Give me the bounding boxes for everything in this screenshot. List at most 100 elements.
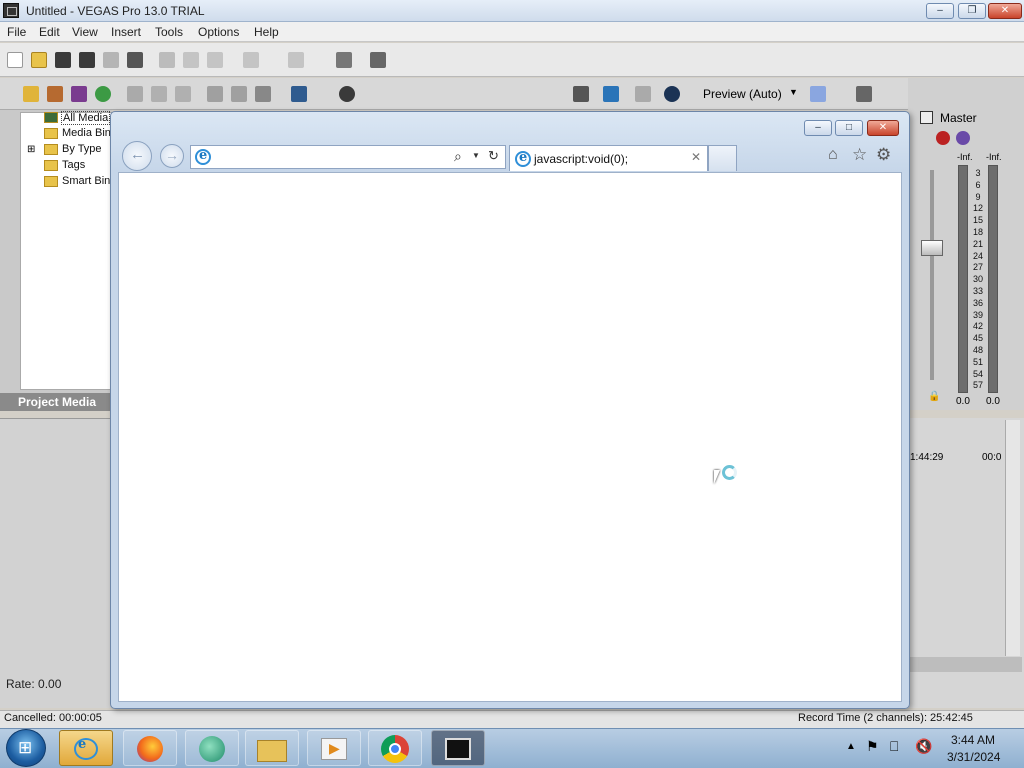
network-icon[interactable]: ⎕ xyxy=(890,738,898,755)
left-level-value: 0.0 xyxy=(956,396,970,407)
folder-icon xyxy=(44,176,58,187)
volume-muted-icon[interactable]: 🔇 xyxy=(915,738,932,755)
main-toolbar xyxy=(0,43,1024,77)
add-media-icon[interactable] xyxy=(23,86,39,102)
new-file-icon[interactable] xyxy=(7,52,23,68)
project-media-tab[interactable]: Project Media xyxy=(0,393,112,411)
left-peak-value: -Inf. xyxy=(957,152,973,162)
play-icon[interactable] xyxy=(207,86,223,102)
menu-file[interactable]: File xyxy=(7,25,26,39)
browser-close-button[interactable]: ✕ xyxy=(867,120,899,136)
favorites-star-icon[interactable]: ☆ xyxy=(852,145,867,165)
menu-view[interactable]: View xyxy=(72,25,98,39)
preview-properties-icon[interactable] xyxy=(573,86,589,102)
close-button[interactable]: ✕ xyxy=(988,3,1022,19)
master-bus-icon xyxy=(920,111,933,124)
media-fx-icon[interactable] xyxy=(151,86,167,102)
save-icon[interactable] xyxy=(55,52,71,68)
menu-options[interactable]: Options xyxy=(198,25,239,39)
copy-icon[interactable] xyxy=(183,52,199,68)
redo-icon[interactable] xyxy=(288,52,304,68)
expand-icon[interactable]: ⊞ xyxy=(27,144,35,155)
views-icon[interactable] xyxy=(291,86,307,102)
tree-item-tags[interactable]: Tags xyxy=(62,159,85,171)
taskbar-media-player[interactable]: ▶ xyxy=(307,730,361,766)
close-tab-icon[interactable]: ✕ xyxy=(691,150,701,164)
remove-media-icon[interactable] xyxy=(127,86,143,102)
taskbar-internet-explorer[interactable] xyxy=(59,730,113,766)
gear-icon[interactable]: ⚙ xyxy=(876,145,891,165)
ripple-edit-icon[interactable] xyxy=(336,52,352,68)
forward-button[interactable]: → xyxy=(160,144,184,168)
menu-edit[interactable]: Edit xyxy=(39,25,60,39)
chevron-down-icon[interactable]: ▼ xyxy=(789,87,798,97)
menu-tools[interactable]: Tools xyxy=(155,25,183,39)
start-button[interactable]: ⊞ xyxy=(6,729,46,767)
scale-tick: 45 xyxy=(972,333,983,344)
chevron-down-icon[interactable]: ▼ xyxy=(472,151,480,160)
preview-quality-dropdown[interactable]: Preview (Auto) xyxy=(703,87,782,101)
open-folder-icon[interactable] xyxy=(31,52,47,68)
auto-preview-icon[interactable] xyxy=(255,86,271,102)
tree-item-all-media[interactable]: All Media xyxy=(61,111,111,125)
scale-tick: 57 xyxy=(972,380,983,391)
taskbar-firefox[interactable] xyxy=(123,730,177,766)
taskbar-chrome[interactable] xyxy=(368,730,422,766)
lock-icon[interactable]: 🔒 xyxy=(928,391,940,402)
menu-help[interactable]: Help xyxy=(254,25,279,39)
search-icon[interactable]: ⌕ xyxy=(454,148,462,165)
timeline-vertical-scrollbar[interactable] xyxy=(1005,420,1020,656)
chrome-icon xyxy=(381,735,409,763)
mute-icon[interactable] xyxy=(956,131,970,145)
browser-minimize-button[interactable]: – xyxy=(804,120,832,136)
all-media-icon xyxy=(44,112,58,123)
browser-content[interactable] xyxy=(118,172,902,702)
tab-title: javascript:void(0); xyxy=(534,152,629,166)
copy-snapshot-icon[interactable] xyxy=(856,86,872,102)
tree-item-smart-bins[interactable]: Smart Bins xyxy=(62,175,116,187)
paste-icon[interactable] xyxy=(207,52,223,68)
get-media-web-icon[interactable] xyxy=(95,86,111,102)
taskbar-file-explorer[interactable] xyxy=(245,730,299,766)
save-as-icon[interactable] xyxy=(79,52,95,68)
render-icon[interactable] xyxy=(103,52,119,68)
split-screen-icon[interactable] xyxy=(635,86,651,102)
chrome-center-icon xyxy=(389,743,401,755)
address-bar[interactable]: ⌕ ▼ ↻ xyxy=(190,145,506,169)
master-fx-icon[interactable] xyxy=(936,131,950,145)
whats-this-help-icon[interactable] xyxy=(370,52,386,68)
timeline-zoom-bar[interactable] xyxy=(910,657,1022,672)
replace-media-icon[interactable] xyxy=(175,86,191,102)
show-hidden-icons[interactable]: ▲ xyxy=(846,741,856,752)
right-peak-value: -Inf. xyxy=(986,152,1002,162)
overlays-icon[interactable] xyxy=(810,86,826,102)
browser-maximize-button[interactable]: □ xyxy=(835,120,863,136)
taskbar-vegas-pro[interactable] xyxy=(431,730,485,766)
search-icon[interactable] xyxy=(339,86,355,102)
capture-video-icon[interactable] xyxy=(71,86,87,102)
clock-date[interactable]: 3/31/2024 xyxy=(947,750,1000,764)
taskbar-app-3[interactable] xyxy=(185,730,239,766)
master-fader-handle[interactable] xyxy=(921,240,943,256)
tree-item-media-bins[interactable]: Media Bins xyxy=(62,127,116,139)
minimize-button[interactable]: – xyxy=(926,3,954,19)
new-tab-button[interactable] xyxy=(708,145,737,171)
clock-time[interactable]: 3:44 AM xyxy=(951,733,995,747)
cut-icon[interactable] xyxy=(159,52,175,68)
stop-icon[interactable] xyxy=(231,86,247,102)
back-button[interactable]: ← xyxy=(122,141,152,171)
meter-scale: 3 6 9 12 15 18 21 24 27 30 33 36 39 42 4… xyxy=(968,168,988,392)
secondary-toolbar: Preview (Auto) ▼ xyxy=(0,78,1024,110)
scale-tick: 15 xyxy=(972,215,983,226)
external-monitor-icon[interactable] xyxy=(603,86,619,102)
refresh-icon[interactable]: ↻ xyxy=(488,148,499,164)
action-center-flag-icon[interactable]: ⚑ xyxy=(866,738,879,755)
properties-icon[interactable] xyxy=(127,52,143,68)
preview-quality-icon[interactable] xyxy=(664,86,680,102)
undo-icon[interactable] xyxy=(243,52,259,68)
maximize-button[interactable]: ❐ xyxy=(958,3,986,19)
menu-insert[interactable]: Insert xyxy=(111,25,141,39)
tree-item-by-type[interactable]: By Type xyxy=(62,143,102,155)
import-media-icon[interactable] xyxy=(47,86,63,102)
home-icon[interactable]: ⌂ xyxy=(828,146,838,164)
